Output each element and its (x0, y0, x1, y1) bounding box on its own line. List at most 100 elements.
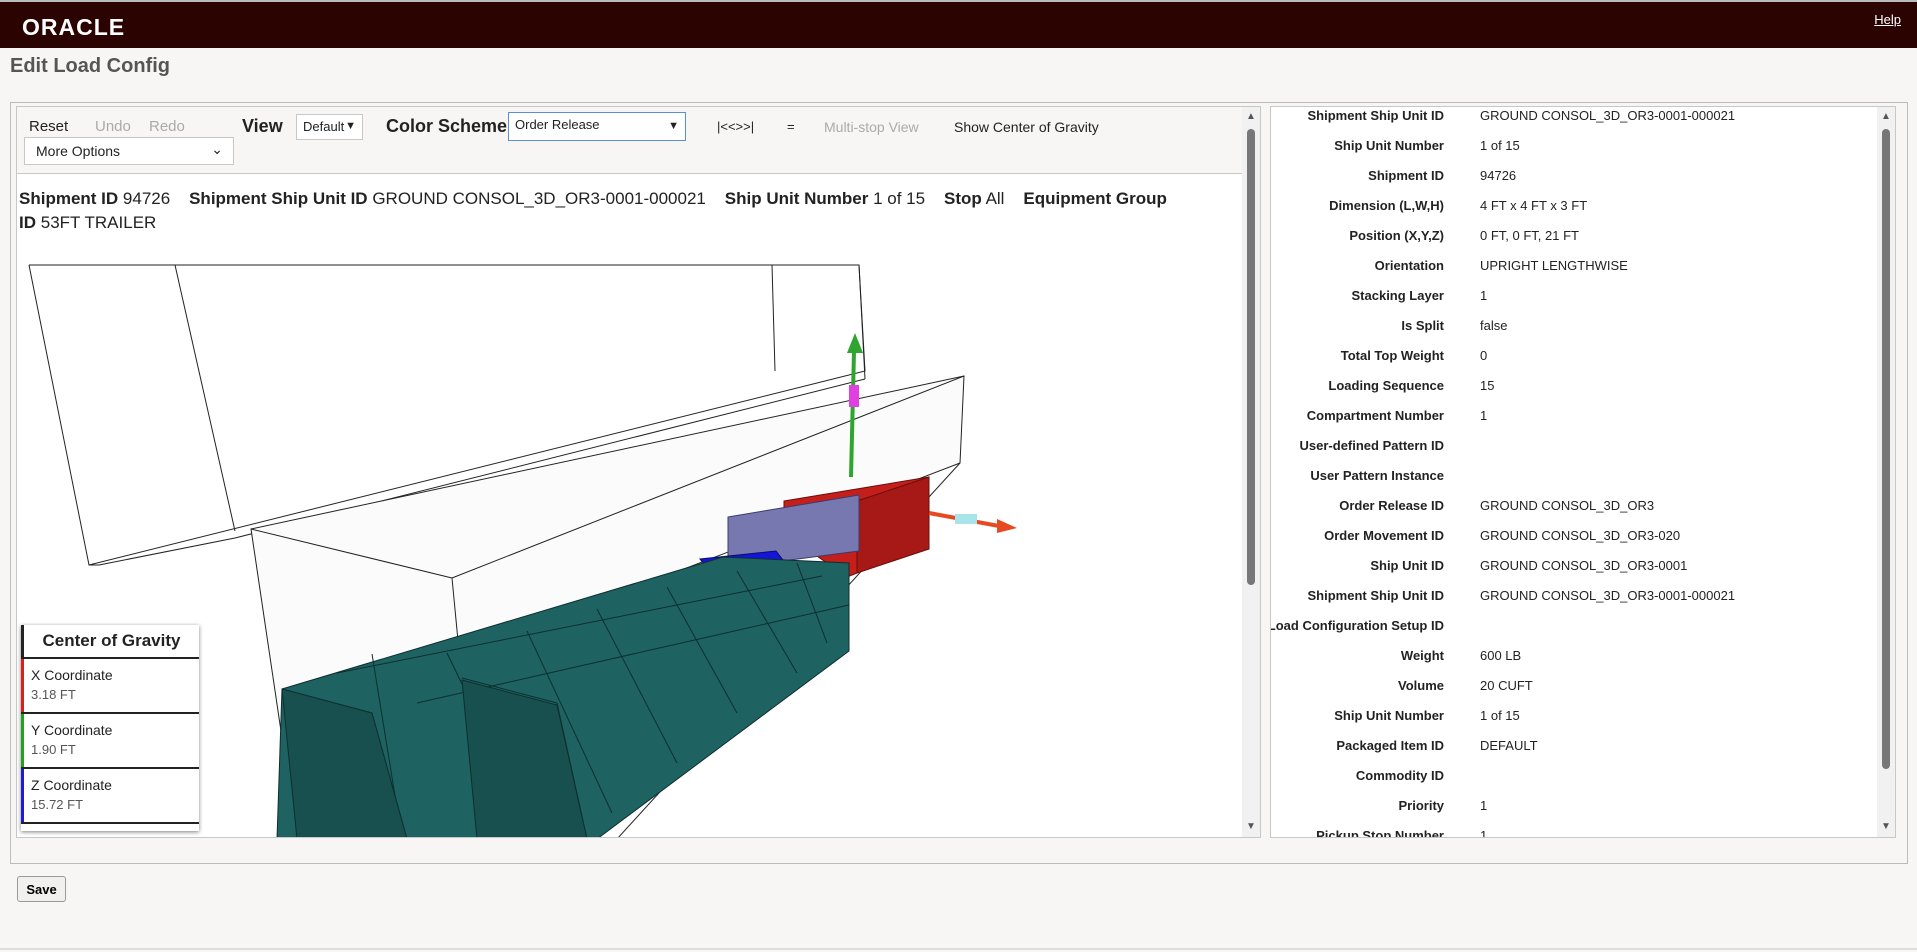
y-axis-color-bar (21, 714, 24, 767)
redo-button[interactable]: Redo (149, 118, 185, 135)
save-button[interactable]: Save (17, 876, 66, 902)
detail-label: Shipment Ship Unit ID (1307, 108, 1445, 123)
cog-z-label: Z Coordinate (31, 777, 112, 793)
detail-label: Loading Sequence (1328, 378, 1444, 393)
viewer-panel: Reset Undo Redo View Default ▼ Color Sch… (16, 106, 1261, 838)
detail-value: UPRIGHT LENGTHWISE (1480, 258, 1628, 273)
undo-button[interactable]: Undo (95, 118, 131, 135)
detail-label: Shipment ID (1368, 168, 1444, 183)
detail-label: Packaged Item ID (1336, 738, 1444, 753)
ssu-id-value: GROUND CONSOL_3D_OR3-0001-000021 (372, 189, 706, 208)
detail-row: Priority 1 (1271, 791, 1871, 821)
detail-label: Ship Unit Number (1334, 138, 1444, 153)
detail-value: DEFAULT (1480, 738, 1538, 753)
view-select-value: Default (303, 119, 345, 134)
ssu-id-label: Shipment Ship Unit ID (189, 189, 368, 208)
viewer-scrollbar[interactable]: ▲ ▼ (1242, 107, 1260, 837)
detail-row: Orientation UPRIGHT LENGTHWISE (1271, 251, 1871, 281)
detail-row: User Pattern Instance (1271, 461, 1871, 491)
detail-label: Shipment Ship Unit ID (1307, 588, 1445, 603)
viewer-toolbar: Reset Undo Redo View Default ▼ Color Sch… (17, 107, 1242, 174)
nav-arrows-button[interactable]: |<<>>| (717, 119, 754, 134)
scrollbar-thumb[interactable] (1247, 129, 1255, 585)
detail-value: 0 (1480, 348, 1488, 363)
detail-row: Load Configuration Setup ID (1271, 611, 1871, 641)
detail-row: Dimension (L,W,H) 4 FT x 4 FT x 3 FT (1271, 191, 1871, 221)
scroll-up-icon[interactable]: ▲ (1246, 111, 1256, 122)
detail-label: Compartment Number (1306, 408, 1444, 423)
top-bar: ORACLE Help (0, 0, 1917, 48)
detail-value: GROUND CONSOL_3D_OR3-020 (1480, 528, 1681, 543)
detail-value: 1 of 15 (1480, 138, 1520, 153)
detail-row: Ship Unit Number 1 of 15 (1271, 131, 1871, 161)
detail-row: Shipment ID 94726 (1271, 161, 1871, 191)
detail-label: Order Release ID (1339, 498, 1444, 513)
detail-value: 1 (1480, 798, 1488, 813)
help-link[interactable]: Help (1874, 12, 1901, 27)
chevron-down-icon: ▼ (668, 120, 679, 132)
detail-label: Order Movement ID (1324, 528, 1444, 543)
cog-y-value: 1.90 FT (31, 742, 76, 757)
detail-row: Ship Unit ID GROUND CONSOL_3D_OR3-0001 (1271, 551, 1871, 581)
view-select[interactable]: Default ▼ (296, 114, 363, 140)
detail-label: Volume (1398, 678, 1444, 693)
chevron-down-icon: ⌄ (211, 141, 223, 157)
detail-row: Compartment Number 1 (1271, 401, 1871, 431)
detail-label: Total Top Weight (1340, 348, 1444, 363)
equipment-group-id-label: ID (19, 213, 36, 232)
detail-value: 1 (1480, 288, 1488, 303)
x-axis-color-bar (21, 659, 24, 712)
reset-button[interactable]: Reset (29, 118, 68, 135)
cog-z-item: Z Coordinate 15.72 FT (21, 769, 199, 824)
color-scheme-label: Color Scheme (386, 116, 508, 136)
z-axis-color-bar (21, 769, 24, 822)
detail-row: Shipment Ship Unit ID GROUND CONSOL_3D_OR… (1271, 107, 1871, 131)
detail-value: 600 LB (1480, 648, 1522, 663)
details-scrollbar[interactable]: ▲ ▼ (1877, 107, 1895, 837)
color-scheme-select[interactable]: Order Release ▼ (508, 112, 686, 141)
scroll-down-icon[interactable]: ▼ (1881, 821, 1891, 832)
detail-row: Is Split false (1271, 311, 1871, 341)
detail-value: 20 CUFT (1480, 678, 1533, 693)
detail-row: Shipment Ship Unit ID GROUND CONSOL_3D_OR… (1271, 581, 1871, 611)
detail-value: GROUND CONSOL_3D_OR3 (1480, 498, 1655, 513)
detail-label: Weight (1400, 648, 1444, 663)
detail-value: 15 (1480, 378, 1495, 393)
shipment-id-label: Shipment ID (19, 189, 119, 208)
detail-label: Ship Unit Number (1334, 708, 1444, 723)
stop-label: Stop (943, 189, 982, 208)
detail-label: Position (X,Y,Z) (1349, 228, 1444, 243)
scroll-down-icon[interactable]: ▼ (1246, 821, 1256, 832)
detail-row: Ship Unit Number 1 of 15 (1271, 701, 1871, 731)
chevron-down-icon: ▼ (345, 120, 356, 132)
equals-button[interactable]: = (787, 119, 795, 134)
detail-row: Order Release ID GROUND CONSOL_3D_OR3 (1271, 491, 1871, 521)
detail-label: Is Split (1401, 318, 1444, 333)
detail-row: Loading Sequence 15 (1271, 371, 1871, 401)
detail-row: Position (X,Y,Z) 0 FT, 0 FT, 21 FT (1271, 221, 1871, 251)
more-options-dropdown[interactable]: More Options ⌄ (24, 137, 234, 165)
detail-value: 1 of 15 (1480, 708, 1520, 723)
detail-value: 1 (1480, 408, 1488, 423)
center-of-gravity-panel: Center of Gravity X Coordinate 3.18 FT Y… (21, 625, 199, 831)
page-title: Edit Load Config (10, 55, 170, 77)
detail-label: Stacking Layer (1351, 288, 1445, 303)
detail-row: Volume 20 CUFT (1271, 671, 1871, 701)
more-options-label: More Options (36, 143, 121, 159)
show-cog-button[interactable]: Show Center of Gravity (954, 119, 1099, 135)
cog-x-value: 3.18 FT (31, 687, 76, 702)
view-label: View (242, 116, 283, 136)
cog-y-item: Y Coordinate 1.90 FT (21, 714, 199, 769)
detail-value: GROUND CONSOL_3D_OR3-0001-000021 (1480, 588, 1736, 603)
detail-value: 94726 (1480, 168, 1517, 183)
cog-x-item: X Coordinate 3.18 FT (21, 659, 199, 714)
detail-label: Ship Unit ID (1370, 558, 1444, 573)
multistop-view-button[interactable]: Multi-stop View (824, 119, 919, 135)
scrollbar-thumb[interactable] (1882, 129, 1890, 769)
3d-viewport[interactable]: Center of Gravity X Coordinate 3.18 FT Y… (17, 233, 1242, 837)
cog-x-label: X Coordinate (31, 667, 113, 683)
detail-value: 4 FT x 4 FT x 3 FT (1480, 198, 1588, 213)
detail-row: Order Movement ID GROUND CONSOL_3D_OR3-02… (1271, 521, 1871, 551)
scroll-up-icon[interactable]: ▲ (1881, 111, 1891, 122)
ship-unit-number-label: Ship Unit Number (724, 189, 869, 208)
